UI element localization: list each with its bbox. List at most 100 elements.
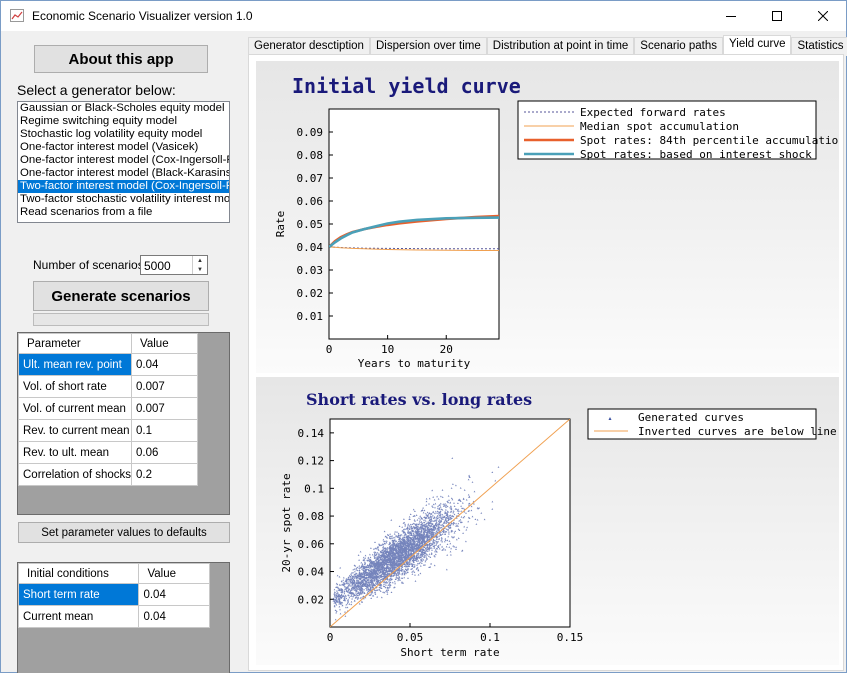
init-name-cell[interactable]: Current mean — [17, 605, 140, 628]
stepper-up-icon[interactable]: ▲ — [193, 256, 207, 265]
generator-option[interactable]: Read scenarios from a file — [18, 206, 229, 219]
x-tick-label: 0.15 — [557, 631, 584, 644]
stepper-down-icon[interactable]: ▼ — [193, 265, 207, 274]
minimize-icon — [726, 16, 736, 17]
param-name-cell[interactable]: Vol. of current mean — [17, 397, 133, 420]
param-name-cell[interactable]: Correlation of shocks — [17, 463, 133, 486]
generator-option[interactable]: One-factor interest model (Vasicek) — [18, 141, 229, 154]
y-tick-label: 0.14 — [298, 427, 325, 440]
generator-listbox[interactable]: Gaussian or Black-Scholes equity model Re… — [17, 101, 230, 223]
y-tick-label: 0.04 — [297, 241, 324, 254]
legend-entry: Generated curves — [638, 411, 744, 424]
generator-option[interactable]: Two-factor stochastic volatility interes… — [18, 193, 229, 206]
init-value-cell[interactable]: 0.04 — [138, 583, 210, 606]
param-value-cell[interactable]: 0.2 — [131, 463, 198, 486]
generate-scenarios-button[interactable]: Generate scenarios — [33, 281, 209, 311]
x-axis-label: Years to maturity — [358, 357, 471, 370]
init-header-name: Initial conditions — [17, 563, 140, 584]
initial-yield-curve-chart: Initial yield curve 0.01 0.02 0.03 0.04 0.05 0… — [256, 61, 839, 373]
num-scenarios-label: Number of scenarios: — [33, 258, 148, 272]
y-tick-label: 0.05 — [297, 218, 324, 231]
set-defaults-button[interactable]: Set parameter values to defaults — [18, 522, 230, 543]
maximize-button[interactable] — [754, 1, 800, 31]
y-tick-label: 0.06 — [297, 195, 324, 208]
param-name-cell[interactable]: Rev. to ult. mean — [17, 441, 133, 464]
param-value-cell[interactable]: 0.1 — [131, 419, 198, 442]
short-long-scatter-svg: Short rates vs. long rates 0.02 0.04 0.06 0.… — [256, 377, 839, 665]
x-tick-label: 0.1 — [480, 631, 500, 644]
minimize-button[interactable] — [708, 1, 754, 31]
y-tick-label: 0.04 — [298, 566, 325, 579]
generator-option[interactable]: Regime switching equity model — [18, 115, 229, 128]
init-header-value: Value — [138, 563, 210, 584]
y-tick-label: 0.02 — [298, 593, 325, 606]
legend-entry: Spot rates: based on interest shock — [580, 148, 812, 161]
param-value-cell[interactable]: 0.007 — [131, 375, 198, 398]
generator-option[interactable]: One-factor interest model (Cox-Ingersoll… — [18, 154, 229, 167]
maximize-icon — [772, 11, 782, 21]
x-tick-label: 0.05 — [397, 631, 424, 644]
param-name-cell[interactable]: Vol. of short rate — [17, 375, 133, 398]
y-tick-label: 0.01 — [297, 310, 324, 323]
x-tick-label: 0 — [326, 343, 333, 356]
y-tick-label: 0.08 — [298, 510, 325, 523]
generation-progress-bar — [33, 313, 209, 326]
generator-option[interactable]: Two-factor interest model (Cox-Ingersoll… — [18, 180, 229, 193]
num-scenarios-stepper[interactable]: 5000 ▲ ▼ — [140, 255, 208, 275]
close-button[interactable] — [800, 1, 846, 31]
close-icon — [818, 11, 828, 21]
legend-entry: Inverted curves are below line — [638, 425, 837, 438]
about-button[interactable]: About this app — [34, 45, 208, 73]
yield-curve-tab-panel: Initial yield curve 0.01 0.02 0.03 0.04 0.05 0… — [248, 54, 844, 671]
param-value-cell[interactable]: 0.06 — [131, 441, 198, 464]
legend-entry: Spot rates: 84th percentile accumulation — [580, 134, 839, 147]
param-row[interactable]: Ult. mean rev. point 0.04 — [17, 353, 198, 376]
y-tick-label: 0.02 — [297, 287, 324, 300]
generator-option[interactable]: Stochastic log volatility equity model — [18, 128, 229, 141]
generator-option[interactable]: One-factor interest model (Black-Karasin… — [18, 167, 229, 180]
param-name-cell[interactable]: Rev. to current mean — [17, 419, 133, 442]
tab-strip: Generator desctiption Dispersion over tim… — [248, 35, 847, 57]
num-scenarios-value[interactable]: 5000 — [144, 259, 171, 273]
generator-option[interactable]: Gaussian or Black-Scholes equity model — [18, 102, 229, 115]
yield-curve-svg: Initial yield curve 0.01 0.02 0.03 0.04 0.05 0… — [256, 61, 839, 373]
initial-conditions-grid: Initial conditions Value Short term rate… — [17, 562, 230, 673]
app-icon — [10, 9, 24, 22]
y-tick-label: 0.06 — [298, 538, 325, 551]
param-row[interactable]: Correlation of shocks 0.2 — [17, 463, 198, 486]
param-value-cell[interactable]: 0.04 — [131, 353, 198, 376]
init-value-cell[interactable]: 0.04 — [138, 605, 210, 628]
init-row[interactable]: Short term rate 0.04 — [17, 583, 210, 606]
parameter-grid: Parameter Value Ult. mean rev. point 0.04… — [17, 332, 230, 515]
right-panel: Generator desctiption Dispersion over tim… — [246, 31, 847, 673]
param-row[interactable]: Rev. to current mean 0.1 — [17, 419, 198, 442]
param-header-value: Value — [131, 333, 198, 354]
window-title: Economic Scenario Visualizer version 1.0 — [32, 9, 253, 23]
x-axis-label: Short term rate — [400, 646, 499, 659]
param-row[interactable]: Rev. to ult. mean 0.06 — [17, 441, 198, 464]
y-tick-label: 0.08 — [297, 149, 324, 162]
param-value-cell[interactable]: 0.007 — [131, 397, 198, 420]
x-tick-label: 0 — [327, 631, 334, 644]
param-row[interactable]: Vol. of current mean 0.007 — [17, 397, 198, 420]
param-name-cell[interactable]: Ult. mean rev. point — [17, 353, 133, 376]
y-axis-label: Rate — [274, 211, 287, 238]
x-tick-label: 10 — [381, 343, 394, 356]
y-tick-label: 0.1 — [304, 482, 324, 495]
y-tick-label: 0.03 — [297, 264, 324, 277]
param-row[interactable]: Vol. of short rate 0.007 — [17, 375, 198, 398]
y-tick-label: 0.09 — [297, 126, 324, 139]
y-axis-label: 20-yr spot rate — [280, 473, 293, 572]
chart-title: Initial yield curve — [292, 74, 521, 98]
init-name-cell[interactable]: Short term rate — [17, 583, 140, 606]
legend-entry: Expected forward rates — [580, 106, 726, 119]
legend-entry: Median spot accumulation — [580, 120, 739, 133]
init-row[interactable]: Current mean 0.04 — [17, 605, 210, 628]
short-vs-long-chart: Short rates vs. long rates 0.02 0.04 0.06 0.… — [256, 377, 839, 665]
stepper-arrows: ▲ ▼ — [192, 256, 207, 274]
chart-title: Short rates vs. long rates — [306, 390, 532, 409]
title-bar: Economic Scenario Visualizer version 1.0 — [1, 1, 846, 31]
select-generator-label: Select a generator below: — [17, 82, 176, 98]
param-header-name: Parameter — [17, 333, 133, 354]
y-tick-label: 0.12 — [298, 455, 325, 468]
